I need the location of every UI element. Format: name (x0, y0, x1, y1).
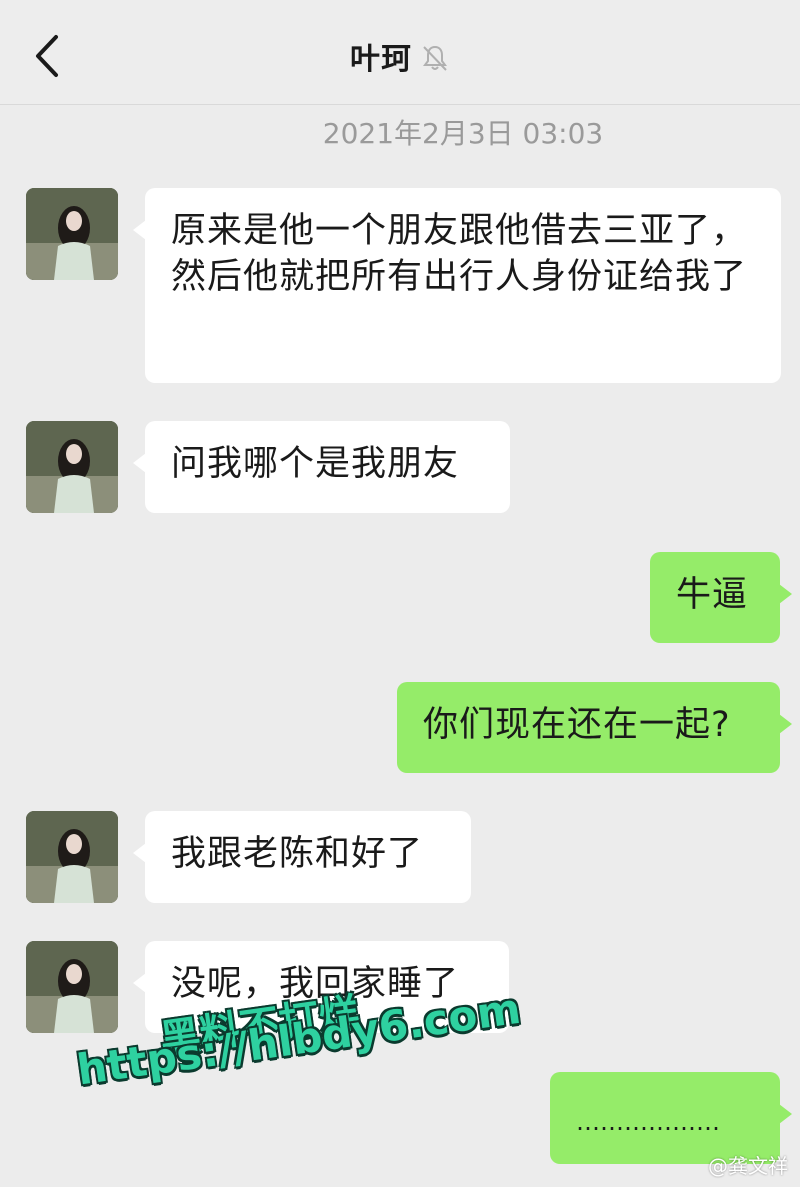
avatar-portrait-image (26, 941, 118, 1033)
message-bubble[interactable]: 我跟老陈和好了 (133, 811, 471, 903)
contact-avatar[interactable] (26, 421, 118, 513)
contact-avatar[interactable] (26, 188, 118, 280)
message-text: 我跟老陈和好了 (171, 834, 424, 874)
message-text: ……………… (576, 1108, 720, 1136)
message-bubble-own[interactable]: 牛逼 (650, 552, 792, 643)
avatar-portrait-image (26, 421, 118, 513)
message-bubble[interactable]: 问我哪个是我朋友 (133, 421, 510, 513)
weibo-credit: @龚文祥 (708, 1154, 788, 1178)
message-bubble[interactable]: 原来是他一个朋友跟他借去三亚了，然后他就把所有出行人身份证给我了 (133, 188, 781, 383)
message-text: 问我哪个是我朋友 (171, 444, 460, 484)
message-text: 你们现在还在一起? (423, 705, 731, 745)
message-timestamp: 2021年2月3日 03:03 (322, 117, 604, 150)
message-text: 原来是他一个朋友跟他借去三亚了，然后他就把所有出行人身份证给我了 (171, 211, 748, 297)
message-bubble-own[interactable]: 你们现在还在一起? (397, 682, 792, 773)
message-text: 牛逼 (676, 575, 749, 615)
avatar-portrait-image (26, 188, 118, 280)
bell-muted-icon (420, 43, 450, 81)
contact-avatar[interactable] (26, 941, 118, 1033)
chat-title-wrap[interactable]: 叶珂 (0, 34, 800, 81)
chat-header: 叶珂 (0, 0, 800, 105)
avatar-portrait-image (26, 811, 118, 903)
chat-title: 叶珂 (350, 42, 412, 77)
contact-avatar[interactable] (26, 811, 118, 903)
